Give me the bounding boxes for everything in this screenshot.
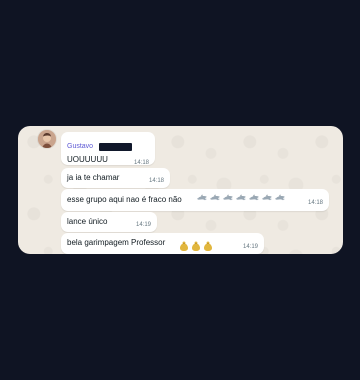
person-avatar-icon [38,130,56,148]
message-bubble: ja ia te chamar 14:18 [61,168,170,188]
message-text: ja ia te chamar [67,173,120,182]
avatar [38,130,56,148]
message-bubble: esse grupo aqui nao é fraco não 14:18 [61,189,329,211]
message-text: bela garimpagem Professor [67,238,166,247]
redacted-phone-number [99,143,132,151]
message-bubble: lance único 14:19 [61,212,157,232]
shark-icon [223,194,233,201]
shark-icon [249,194,259,201]
sender-name: Gustavo [67,143,94,150]
chat-card: Gustavo UOUUUUU 14:18 ja ia te chamar 14… [18,126,343,254]
message-time: 14:19 [242,244,258,250]
gold-bag-icon [204,241,212,251]
shark-icon [236,194,246,201]
message-text: esse grupo aqui nao é fraco não [67,195,182,204]
message-time: 14:18 [148,178,164,184]
shark-emoji-row [197,194,285,202]
message-bubble: bela garimpagem Professor 14:19 [61,233,264,254]
gold-bag-icon [192,241,200,251]
message-time: 14:19 [135,222,151,228]
gold-bag-emoji-row [180,241,212,251]
message-time: 14:18 [307,200,323,206]
message-time: 14:18 [133,160,149,166]
shark-icon [262,194,272,201]
shark-icon [210,194,220,201]
shark-icon [275,194,285,201]
message-bubble: Gustavo UOUUUUU 14:18 [61,132,155,166]
shark-icon [197,194,207,201]
message-text: UOUUUUU [67,155,108,164]
message-text: lance único [67,217,108,226]
gold-bag-icon [180,241,188,251]
